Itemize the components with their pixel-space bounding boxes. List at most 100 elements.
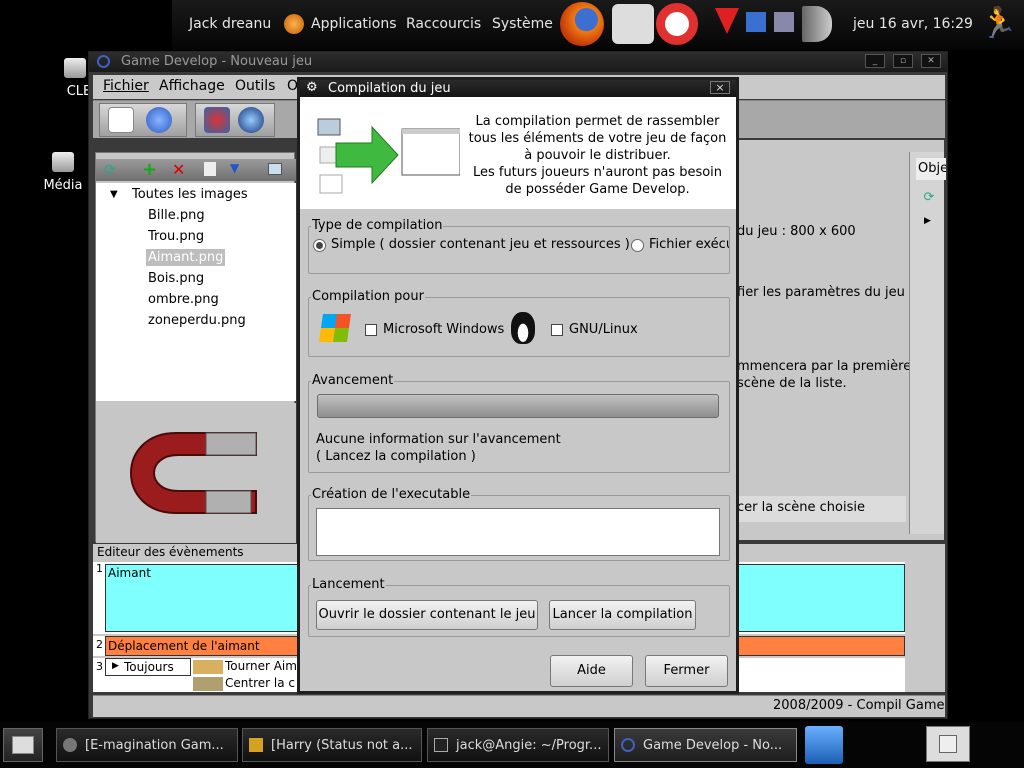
launch-scene-button[interactable]: cer la scène choisie: [734, 496, 906, 522]
dropdown-icon[interactable]: ▼: [230, 161, 239, 175]
mail-clock-icon[interactable]: [612, 4, 654, 44]
windows-checkbox[interactable]: [365, 324, 377, 336]
network-icon[interactable]: [746, 12, 766, 32]
clock[interactable]: jeu 16 avr, 16:29: [853, 16, 973, 32]
event-condition-label: Toujours: [124, 660, 174, 674]
tree-image-item[interactable]: ombre.png: [148, 292, 219, 307]
menu-applications[interactable]: Applications: [311, 16, 397, 32]
launch-group: Lancement Ouvrir le dossier contenant le…: [308, 577, 730, 637]
project-settings-link[interactable]: fier les paramètres du jeu: [737, 285, 907, 300]
update-arrow-icon[interactable]: [715, 8, 739, 34]
warning-icon: [249, 738, 263, 752]
menu-outils[interactable]: Outils: [235, 78, 275, 94]
gear-icon: ⚙: [306, 80, 318, 95]
project-info-resolution: du jeu : 800 x 600: [737, 224, 856, 239]
objects-side-panel: Obje ⟳ ▶: [909, 152, 946, 534]
drive-icon: [52, 152, 74, 172]
scene-tree-icon[interactable]: [204, 107, 230, 133]
tree-image-item[interactable]: Bois.png: [148, 271, 204, 286]
dialog-titlebar[interactable]: ⚙ Compilation du jeu ×: [300, 80, 736, 97]
workspace-switcher[interactable]: [926, 726, 970, 762]
tree-image-item[interactable]: Trou.png: [148, 229, 204, 244]
minimize-button[interactable]: _: [865, 54, 885, 68]
dialog-title: Compilation du jeu: [328, 81, 451, 96]
compile-button[interactable]: Lancer la compilation: [549, 600, 696, 630]
event-number: 3: [96, 660, 103, 673]
event-action-label: Centrer la c: [225, 676, 295, 690]
menu-raccourcis[interactable]: Raccourcis: [406, 16, 481, 32]
maximize-button[interactable]: ▫: [893, 54, 913, 68]
user-name[interactable]: Jack dreanu: [189, 16, 271, 32]
notepad-icon: [12, 736, 34, 754]
taskbar: [E-magination Gam... [Harry (Status not …: [0, 722, 1024, 768]
task-button[interactable]: jack@Angie: ~/Progr...: [427, 728, 609, 762]
app-icon: [621, 738, 635, 752]
project-info-start-1: mmencera par la première: [737, 359, 912, 374]
status-bar: 2008/2009 - Compil Game: [93, 695, 945, 717]
close-dialog-button[interactable]: Fermer: [645, 655, 728, 687]
description-line: à pouvoir le distribuer.: [524, 148, 671, 163]
edit-icon[interactable]: [204, 162, 216, 176]
event-condition-box: ▶ Toujours: [105, 658, 191, 676]
refresh-icon[interactable]: ⟳: [916, 190, 942, 208]
document-icon[interactable]: [108, 107, 134, 133]
help-icon[interactable]: [146, 107, 172, 133]
compile-illustration-icon: [317, 118, 460, 194]
linux-checkbox[interactable]: [551, 324, 563, 336]
task-label: [Harry (Status not a...: [271, 738, 413, 753]
magnet-image: [130, 432, 257, 514]
close-button[interactable]: ✕: [921, 54, 941, 68]
group-legend: Compilation pour: [311, 289, 425, 304]
file-radio[interactable]: [631, 239, 644, 252]
windows-checkbox-label[interactable]: Microsoft Windows: [383, 322, 504, 337]
add-icon[interactable]: +: [142, 159, 157, 180]
file-radio-label[interactable]: Fichier exécut: [649, 237, 729, 252]
app-icon: [97, 55, 110, 68]
linux-checkbox-label[interactable]: GNU/Linux: [569, 322, 638, 337]
task-button[interactable]: [E-magination Gam...: [56, 728, 238, 762]
main-titlebar[interactable]: Game Develop - Nouveau jeu _ ▫ ✕: [89, 52, 947, 72]
objects-tab[interactable]: Obje: [916, 158, 946, 180]
globe-icon[interactable]: [238, 107, 264, 133]
expand-arrow-icon[interactable]: ▶: [924, 216, 931, 226]
windows-logo-icon: [319, 314, 351, 342]
group-legend: Type de compilation: [311, 218, 444, 233]
tree-expander-icon[interactable]: ▼: [110, 189, 118, 200]
menu-fichier[interactable]: Fichier: [103, 78, 149, 94]
tree-image-item-selected[interactable]: Aimant.png: [146, 249, 226, 266]
terminal-icon: [434, 738, 448, 752]
trash-icon[interactable]: [805, 726, 843, 764]
task-label: Game Develop - No...: [643, 738, 783, 753]
description-line: de posséder Game Develop.: [505, 182, 690, 197]
menu-affichage[interactable]: Affichage: [159, 78, 225, 94]
help-lifebuoy-icon[interactable]: [656, 3, 698, 45]
tree-image-item[interactable]: Bille.png: [148, 208, 205, 223]
help-button[interactable]: Aide: [550, 655, 633, 687]
show-desktop-button[interactable]: [3, 728, 43, 762]
image-editor-icon[interactable]: [268, 163, 282, 175]
tux-linux-icon: [511, 312, 535, 344]
drive-icon: [64, 58, 86, 78]
task-button-active[interactable]: Game Develop - No...: [614, 728, 797, 762]
event-label: Aimant: [108, 566, 151, 580]
delete-icon[interactable]: ✕: [172, 160, 185, 179]
volume-icon[interactable]: [802, 6, 832, 42]
tree-image-item[interactable]: zoneperdu.png: [148, 313, 246, 328]
dialog-description: La compilation permet de rassembler tous…: [465, 113, 730, 198]
task-button[interactable]: [Harry (Status not a...: [242, 728, 422, 762]
toolbar-group-file: [99, 103, 187, 137]
network2-icon[interactable]: [774, 12, 794, 32]
status-text: 2008/2009 - Compil Game: [773, 698, 945, 713]
open-folder-button[interactable]: Ouvrir le dossier contenant le jeu: [316, 600, 538, 630]
event-label: Déplacement de l'aimant: [108, 639, 260, 653]
logout-runner-icon[interactable]: 🏃: [980, 6, 1017, 42]
simple-radio-label[interactable]: Simple ( dossier contenant jeu et ressou…: [331, 237, 630, 252]
event-number: 2: [96, 638, 103, 651]
executable-output[interactable]: [316, 508, 720, 556]
dialog-close-button[interactable]: ×: [710, 81, 730, 94]
menu-systeme[interactable]: Système: [492, 16, 553, 32]
tree-root[interactable]: Toutes les images: [132, 187, 248, 202]
firefox-icon[interactable]: [560, 2, 604, 46]
refresh-icon[interactable]: ⟳: [104, 162, 116, 178]
simple-radio[interactable]: [313, 239, 326, 252]
